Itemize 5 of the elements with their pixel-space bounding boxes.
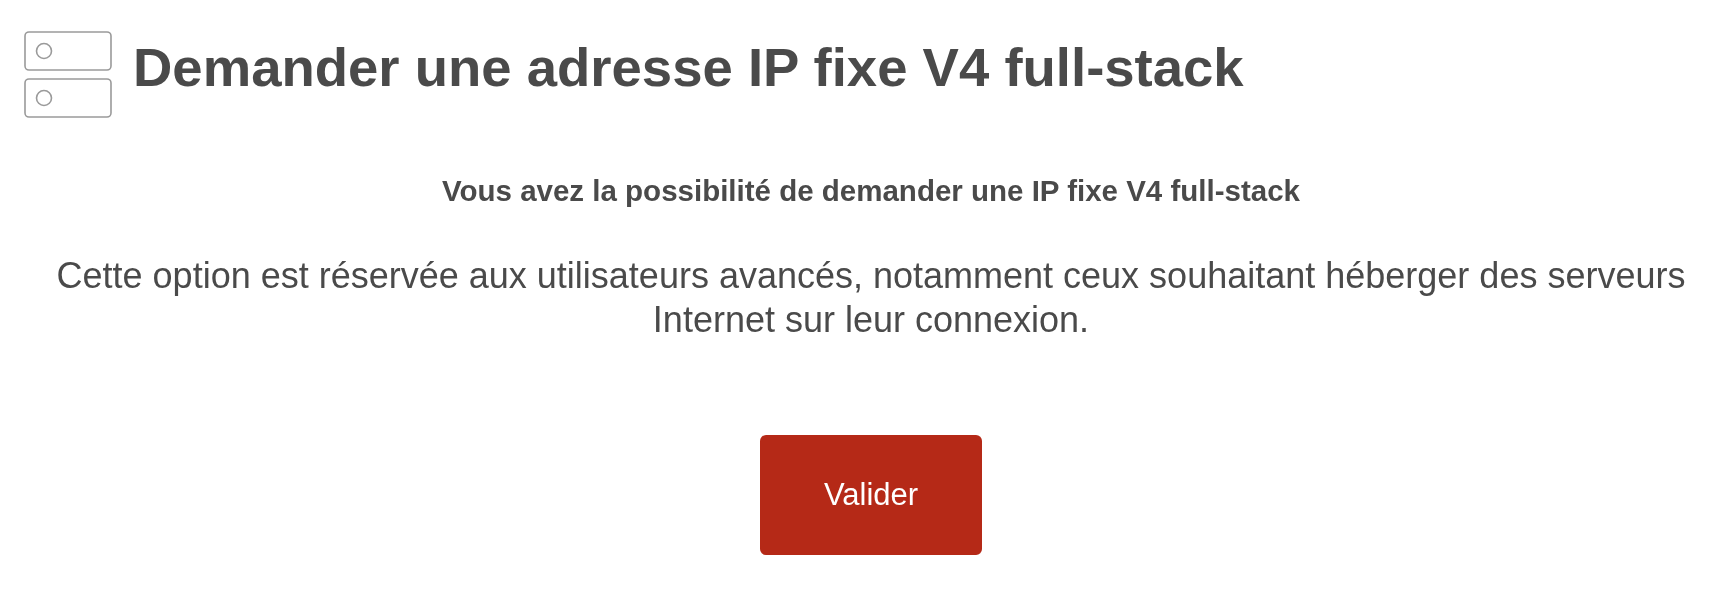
subtitle-text: Vous avez la possibilité de demander une IP fixe V4 full-stack — [442, 173, 1300, 209]
submit-button[interactable]: Valider — [760, 435, 982, 555]
server-icon — [24, 31, 112, 118]
description-text: Cette option est réservée aux utilisateurs avancés, notamment ceux souhaitant héberger des serveurs Internet sur leur connexion. — [55, 254, 1687, 342]
page-title: Demander une adresse IP fixe V4 full-stack — [133, 41, 1244, 96]
